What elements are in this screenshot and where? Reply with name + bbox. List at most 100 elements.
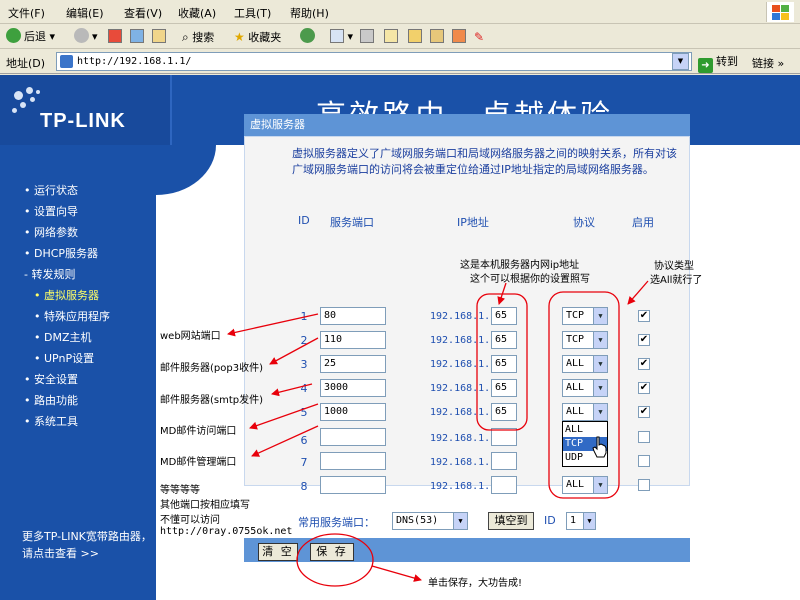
row-8-protocol-select[interactable]: ALL ▼ — [562, 476, 608, 494]
address-bar: 地址(D) http://192.168.1.1/ ▼ ➜ 转到 链接 » — [0, 50, 800, 74]
forward-arrow-icon — [74, 28, 89, 43]
research-button[interactable] — [430, 28, 444, 46]
dropdown-option-all[interactable]: ALL — [563, 423, 607, 437]
ip-note-line1: 这是本机服务器内网ip地址 — [460, 260, 580, 271]
row-1-port-input[interactable]: 80 — [320, 307, 386, 325]
address-dropdown-icon[interactable]: ▼ — [672, 53, 689, 70]
note-smtp: 邮件服务器(smtp发件) — [160, 395, 264, 406]
star-icon: ★ — [234, 30, 245, 44]
note-etc-3: 不懂可以访问 — [160, 515, 220, 526]
nav-network-params[interactable]: • 网络参数 — [24, 224, 78, 240]
row-3-ip-input[interactable]: 65 — [491, 355, 517, 373]
row-3-enable-checkbox[interactable]: ✔ — [638, 358, 650, 370]
note-etc-1: 等等等等 — [160, 485, 200, 496]
row-8-ip-input[interactable] — [491, 476, 517, 494]
tool-button[interactable]: ✎ — [474, 28, 484, 46]
menu-view[interactable]: 查看(V) — [124, 5, 162, 21]
row-4-ip-input[interactable]: 65 — [491, 379, 517, 397]
menu-file[interactable]: 文件(F) — [8, 5, 45, 21]
favorites-button[interactable]: ★ 收藏夹 — [234, 28, 281, 46]
fill-to-button[interactable]: 填空到 — [488, 512, 534, 530]
search-button[interactable]: ⌕ 搜索 — [182, 28, 214, 46]
discuss-button[interactable] — [408, 28, 422, 46]
row-4-ip-prefix: 192.168.1. — [430, 383, 491, 394]
edit-button[interactable] — [384, 28, 398, 46]
nav-system-tools[interactable]: • 系统工具 — [24, 413, 78, 429]
home-button[interactable] — [152, 28, 166, 46]
row-8-enable-checkbox[interactable] — [638, 479, 650, 491]
row-5-protocol-value: ALL — [566, 406, 585, 417]
row-8-port-input[interactable] — [320, 476, 386, 494]
row-6-enable-checkbox[interactable] — [638, 431, 650, 443]
menu-help[interactable]: 帮助(H) — [290, 5, 329, 21]
row-6-port-input[interactable] — [320, 428, 386, 446]
row-5-protocol-select[interactable]: ALL ▼ — [562, 403, 608, 421]
back-label: 后退 — [24, 30, 46, 43]
nav-special-apps[interactable]: • 特殊应用程序 — [34, 308, 110, 324]
nav-dhcp-server[interactable]: • DHCP服务器 — [24, 245, 98, 261]
nav-dmz-host[interactable]: • DMZ主机 — [34, 329, 91, 345]
fill-id-label: ID — [544, 514, 556, 527]
address-input[interactable]: http://192.168.1.1/ — [56, 52, 692, 71]
nav-upnp[interactable]: • UPnP设置 — [34, 350, 94, 366]
fill-id-select[interactable]: 1 ▼ — [566, 512, 596, 530]
row-7-ip-input[interactable] — [491, 452, 517, 470]
nav-run-status[interactable]: • 运行状态 — [24, 182, 78, 198]
nav-virtual-server[interactable]: • 虚拟服务器 — [34, 287, 99, 303]
panel-description: 虚拟服务器定义了广域网服务端口和局域网络服务器之间的映射关系，所有对该广域网服务… — [292, 147, 677, 176]
row-1-enable-checkbox[interactable]: ✔ — [638, 310, 650, 322]
row-3-port-input[interactable]: 25 — [320, 355, 386, 373]
header-port: 服务端口 — [330, 216, 374, 229]
chevron-down-icon: ▼ — [593, 380, 607, 396]
row-3-protocol-select[interactable]: ALL ▼ — [562, 355, 608, 373]
row-5-port-input[interactable]: 1000 — [320, 403, 386, 421]
menu-edit[interactable]: 编辑(E) — [66, 5, 104, 21]
save-button[interactable]: 保 存 — [310, 543, 354, 561]
row-7-enable-checkbox[interactable] — [638, 455, 650, 467]
links-button[interactable]: 链接 » — [752, 55, 784, 71]
row-7-port-input[interactable] — [320, 452, 386, 470]
back-arrow-icon — [6, 28, 21, 43]
chevron-down-icon: ▼ — [593, 356, 607, 372]
row-5-ip-input[interactable]: 65 — [491, 403, 517, 421]
nav-security[interactable]: • 安全设置 — [24, 371, 78, 387]
row-3-ip-prefix: 192.168.1. — [430, 359, 491, 370]
row-5-enable-checkbox[interactable]: ✔ — [638, 406, 650, 418]
menu-tools[interactable]: 工具(T) — [234, 5, 271, 21]
row-4-protocol-select[interactable]: ALL ▼ — [562, 379, 608, 397]
row-2-port-input[interactable]: 110 — [320, 331, 386, 349]
print-button[interactable] — [360, 28, 374, 46]
go-button[interactable]: ➜ 转到 — [698, 53, 738, 73]
messenger-button[interactable] — [452, 28, 466, 46]
home-icon — [152, 29, 166, 43]
nav-routing[interactable]: • 路由功能 — [24, 392, 78, 408]
row-2-protocol-select[interactable]: TCP ▼ — [562, 331, 608, 349]
research-icon — [430, 29, 444, 43]
stop-button[interactable] — [108, 28, 122, 46]
row-5-id: 5 — [300, 406, 308, 419]
history-button[interactable] — [300, 28, 318, 46]
row-1-ip-input[interactable]: 65 — [491, 307, 517, 325]
row-2-enable-checkbox[interactable]: ✔ — [638, 334, 650, 346]
nav-setup-wizard[interactable]: • 设置向导 — [24, 203, 78, 219]
row-2-ip-input[interactable]: 65 — [491, 331, 517, 349]
more-products-link[interactable]: 更多TP-LINK宽带路由器，请点击查看 >> — [22, 528, 152, 562]
row-4-port-input[interactable]: 3000 — [320, 379, 386, 397]
common-port-select[interactable]: DNS(53) ▼ — [392, 512, 468, 530]
stop-icon — [108, 29, 122, 43]
clear-button[interactable]: 清 空 — [258, 543, 298, 561]
mail-button[interactable]: ▾ — [330, 28, 353, 46]
nav-forward-rules[interactable]: - 转发规则 — [24, 266, 75, 282]
header-id: ID — [298, 214, 310, 227]
refresh-button[interactable] — [130, 28, 144, 46]
row-4-id: 4 — [300, 382, 308, 395]
menu-favorites[interactable]: 收藏(A) — [178, 5, 216, 21]
common-port-value: DNS(53) — [396, 515, 439, 526]
tool-icon: ✎ — [474, 30, 485, 44]
common-port-label: 常用服务端口： — [298, 516, 375, 529]
row-6-ip-input[interactable] — [491, 428, 517, 446]
row-1-protocol-select[interactable]: TCP ▼ — [562, 307, 608, 325]
back-button[interactable]: 后退 ▾ — [6, 28, 55, 46]
forward-button[interactable]: ▾ — [74, 28, 98, 46]
row-4-enable-checkbox[interactable]: ✔ — [638, 382, 650, 394]
